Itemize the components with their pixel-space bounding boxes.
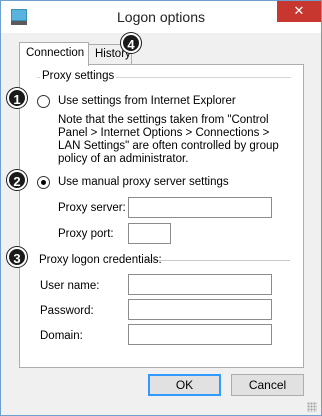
credentials-title: Proxy logon credentials: <box>39 254 162 266</box>
title-bar[interactable]: Logon options ✕ <box>1 1 321 33</box>
tab-connection[interactable]: Connection <box>19 42 89 66</box>
window-title: Logon options <box>117 9 205 25</box>
tab-connection-label: Connection <box>26 47 85 59</box>
callout-badge-3: 3 <box>7 247 27 267</box>
ie-settings-note: Note that the settings taken from "Contr… <box>58 114 279 165</box>
callout-badge-2: 2 <box>7 170 27 190</box>
dialog-client-area: Connection History Proxy settings Use se… <box>2 33 320 415</box>
radio-use-ie-settings-label: Use settings from Internet Explorer <box>58 95 236 107</box>
password-input[interactable] <box>128 299 272 320</box>
logon-options-window: Logon options ✕ Connection History Proxy… <box>0 0 322 416</box>
callout-badge-1: 1 <box>7 88 27 108</box>
domain-label: Domain: <box>40 330 83 342</box>
cancel-button[interactable]: Cancel <box>231 374 304 396</box>
username-input[interactable] <box>128 274 272 295</box>
proxy-settings-group <box>37 77 291 301</box>
cancel-button-label: Cancel <box>248 378 287 392</box>
radio-manual-proxy-label: Use manual proxy server settings <box>58 176 229 188</box>
password-label: Password: <box>40 305 94 317</box>
ok-button-label: OK <box>175 378 194 392</box>
username-label: User name: <box>40 280 100 292</box>
ok-button[interactable]: OK <box>148 374 221 396</box>
proxy-server-input[interactable] <box>128 197 272 218</box>
close-button[interactable]: ✕ <box>277 1 321 22</box>
domain-input[interactable] <box>128 324 272 345</box>
radio-manual-proxy[interactable] <box>37 176 50 189</box>
resize-grip[interactable] <box>307 402 317 412</box>
credentials-group-line <box>145 260 290 261</box>
proxy-port-label: Proxy port: <box>58 228 114 240</box>
proxy-server-label: Proxy server: <box>58 202 126 214</box>
close-icon: ✕ <box>293 4 305 19</box>
connection-tab-panel: Proxy settings Use settings from Interne… <box>19 64 304 368</box>
proxy-settings-title: Proxy settings <box>40 70 117 82</box>
callout-badge-4: 4 <box>121 33 141 53</box>
radio-use-ie-settings[interactable] <box>37 95 50 108</box>
proxy-port-input[interactable] <box>128 223 171 244</box>
